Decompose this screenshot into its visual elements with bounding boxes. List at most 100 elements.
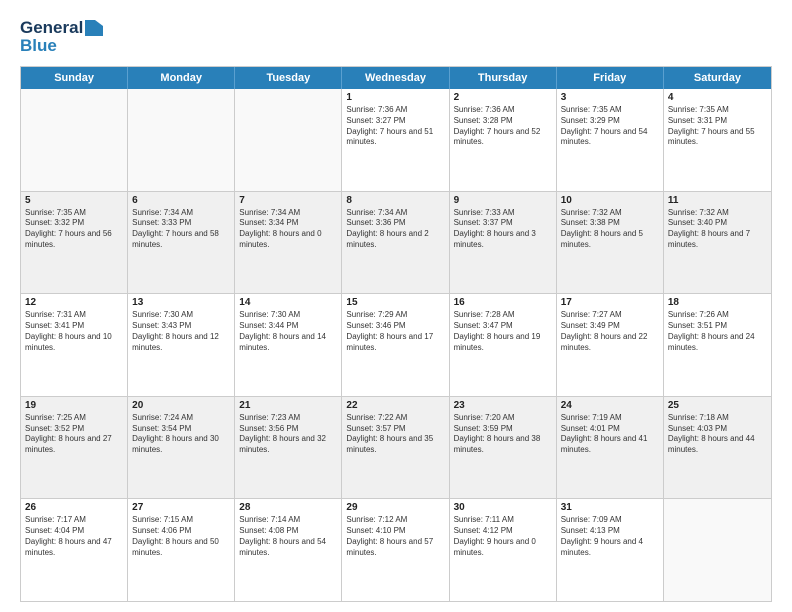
day-number: 2 <box>454 92 552 103</box>
day-number: 30 <box>454 502 552 513</box>
day-number: 28 <box>239 502 337 513</box>
calendar-cell: 1Sunrise: 7:36 AM Sunset: 3:27 PM Daylig… <box>342 89 449 191</box>
cell-info: Sunrise: 7:27 AM Sunset: 3:49 PM Dayligh… <box>561 310 659 353</box>
calendar-cell: 24 Sunrise: 7:19 AM Sunset: 4:01 PM Dayli… <box>557 397 664 499</box>
day-number: 21 <box>239 400 337 411</box>
day-number: 4 <box>668 92 767 103</box>
cell-info: Sunrise: 7:34 AM Sunset: 3:34 PM Dayligh… <box>239 208 337 251</box>
calendar-cell: 14Sunrise: 7:30 AM Sunset: 3:44 PM Dayli… <box>235 294 342 396</box>
logo-blue: Blue <box>20 36 57 56</box>
day-number: 10 <box>561 195 659 206</box>
calendar-cell: 19Sunrise: 7:25 AM Sunset: 3:52 PM Dayli… <box>21 397 128 499</box>
day-number: 16 <box>454 297 552 308</box>
day-number: 12 <box>25 297 123 308</box>
cell-info: Sunrise: 7:34 AM Sunset: 3:36 PM Dayligh… <box>346 208 444 251</box>
day-number: 31 <box>561 502 659 513</box>
calendar-cell: 21 Sunrise: 7:23 AM Sunset: 3:56 PM Dayli… <box>235 397 342 499</box>
cell-info: Sunrise: 7:12 AM Sunset: 4:10 PM Dayligh… <box>346 515 444 558</box>
calendar-cell: 10 Sunrise: 7:32 AM Sunset: 3:38 PM Dayli… <box>557 192 664 294</box>
day-number: 20 <box>132 400 230 411</box>
calendar-cell: 15 Sunrise: 7:29 AM Sunset: 3:46 PM Dayli… <box>342 294 449 396</box>
day-number: 11 <box>668 195 767 206</box>
calendar-cell: 28 Sunrise: 7:14 AM Sunset: 4:08 PM Dayli… <box>235 499 342 601</box>
day-number: 13 <box>132 297 230 308</box>
day-number: 24 <box>561 400 659 411</box>
calendar-row: 1Sunrise: 7:36 AM Sunset: 3:27 PM Daylig… <box>21 89 771 192</box>
cell-info: Sunrise: 7:35 AM Sunset: 3:32 PM Dayligh… <box>25 208 123 251</box>
calendar-row: 19Sunrise: 7:25 AM Sunset: 3:52 PM Dayli… <box>21 397 771 500</box>
logo: General Blue <box>20 18 103 56</box>
cell-info: Sunrise: 7:28 AM Sunset: 3:47 PM Dayligh… <box>454 310 552 353</box>
weekday-header: Friday <box>557 67 664 89</box>
calendar-row: 12 Sunrise: 7:31 AM Sunset: 3:41 PM Dayli… <box>21 294 771 397</box>
day-number: 9 <box>454 195 552 206</box>
calendar-cell: 17 Sunrise: 7:27 AM Sunset: 3:49 PM Dayli… <box>557 294 664 396</box>
calendar-cell: 13Sunrise: 7:30 AM Sunset: 3:43 PM Dayli… <box>128 294 235 396</box>
day-number: 26 <box>25 502 123 513</box>
day-number: 6 <box>132 195 230 206</box>
weekday-header: Thursday <box>450 67 557 89</box>
calendar-row: 5 Sunrise: 7:35 AM Sunset: 3:32 PM Daylig… <box>21 192 771 295</box>
calendar-cell: 20 Sunrise: 7:24 AM Sunset: 3:54 PM Dayli… <box>128 397 235 499</box>
weekday-header: Sunday <box>21 67 128 89</box>
day-number: 15 <box>346 297 444 308</box>
calendar-header: SundayMondayTuesdayWednesdayThursdayFrid… <box>21 67 771 89</box>
cell-info: Sunrise: 7:31 AM Sunset: 3:41 PM Dayligh… <box>25 310 123 353</box>
calendar-cell: 27 Sunrise: 7:15 AM Sunset: 4:06 PM Dayli… <box>128 499 235 601</box>
calendar-cell: 5 Sunrise: 7:35 AM Sunset: 3:32 PM Daylig… <box>21 192 128 294</box>
day-number: 17 <box>561 297 659 308</box>
calendar-cell: 12 Sunrise: 7:31 AM Sunset: 3:41 PM Dayli… <box>21 294 128 396</box>
calendar-cell: 31 Sunrise: 7:09 AM Sunset: 4:13 PM Dayli… <box>557 499 664 601</box>
calendar-cell <box>21 89 128 191</box>
calendar-cell: 23Sunrise: 7:20 AM Sunset: 3:59 PM Dayli… <box>450 397 557 499</box>
cell-info: Sunrise: 7:22 AM Sunset: 3:57 PM Dayligh… <box>346 413 444 456</box>
cell-info: Sunrise: 7:19 AM Sunset: 4:01 PM Dayligh… <box>561 413 659 456</box>
calendar-cell: 26 Sunrise: 7:17 AM Sunset: 4:04 PM Dayli… <box>21 499 128 601</box>
calendar-cell: 2 Sunrise: 7:36 AM Sunset: 3:28 PM Daylig… <box>450 89 557 191</box>
day-number: 22 <box>346 400 444 411</box>
day-number: 27 <box>132 502 230 513</box>
calendar-cell: 9Sunrise: 7:33 AM Sunset: 3:37 PM Daylig… <box>450 192 557 294</box>
calendar-cell: 8 Sunrise: 7:34 AM Sunset: 3:36 PM Daylig… <box>342 192 449 294</box>
calendar-cell: 30 Sunrise: 7:11 AM Sunset: 4:12 PM Dayli… <box>450 499 557 601</box>
cell-info: Sunrise: 7:32 AM Sunset: 3:38 PM Dayligh… <box>561 208 659 251</box>
cell-info: Sunrise: 7:17 AM Sunset: 4:04 PM Dayligh… <box>25 515 123 558</box>
calendar-row: 26 Sunrise: 7:17 AM Sunset: 4:04 PM Dayli… <box>21 499 771 601</box>
cell-info: Sunrise: 7:23 AM Sunset: 3:56 PM Dayligh… <box>239 413 337 456</box>
calendar-cell: 16 Sunrise: 7:28 AM Sunset: 3:47 PM Dayli… <box>450 294 557 396</box>
cell-info: Sunrise: 7:36 AM Sunset: 3:27 PM Dayligh… <box>346 105 444 148</box>
day-number: 25 <box>668 400 767 411</box>
weekday-header: Wednesday <box>342 67 449 89</box>
cell-info: Sunrise: 7:36 AM Sunset: 3:28 PM Dayligh… <box>454 105 552 148</box>
calendar-cell <box>128 89 235 191</box>
cell-info: Sunrise: 7:29 AM Sunset: 3:46 PM Dayligh… <box>346 310 444 353</box>
cell-info: Sunrise: 7:25 AM Sunset: 3:52 PM Dayligh… <box>25 413 123 456</box>
cell-info: Sunrise: 7:14 AM Sunset: 4:08 PM Dayligh… <box>239 515 337 558</box>
calendar-cell: 22 Sunrise: 7:22 AM Sunset: 3:57 PM Dayli… <box>342 397 449 499</box>
logo-icon <box>85 18 103 36</box>
cell-info: Sunrise: 7:15 AM Sunset: 4:06 PM Dayligh… <box>132 515 230 558</box>
cell-info: Sunrise: 7:32 AM Sunset: 3:40 PM Dayligh… <box>668 208 767 251</box>
cell-info: Sunrise: 7:18 AM Sunset: 4:03 PM Dayligh… <box>668 413 767 456</box>
day-number: 23 <box>454 400 552 411</box>
cell-info: Sunrise: 7:30 AM Sunset: 3:44 PM Dayligh… <box>239 310 337 353</box>
day-number: 5 <box>25 195 123 206</box>
weekday-header: Tuesday <box>235 67 342 89</box>
day-number: 18 <box>668 297 767 308</box>
day-number: 3 <box>561 92 659 103</box>
cell-info: Sunrise: 7:24 AM Sunset: 3:54 PM Dayligh… <box>132 413 230 456</box>
day-number: 8 <box>346 195 444 206</box>
calendar-body: 1Sunrise: 7:36 AM Sunset: 3:27 PM Daylig… <box>21 89 771 601</box>
cell-info: Sunrise: 7:11 AM Sunset: 4:12 PM Dayligh… <box>454 515 552 558</box>
header: General Blue <box>20 18 772 56</box>
cell-info: Sunrise: 7:09 AM Sunset: 4:13 PM Dayligh… <box>561 515 659 558</box>
calendar-cell <box>664 499 771 601</box>
calendar: SundayMondayTuesdayWednesdayThursdayFrid… <box>20 66 772 602</box>
calendar-cell: 3 Sunrise: 7:35 AM Sunset: 3:29 PM Daylig… <box>557 89 664 191</box>
cell-info: Sunrise: 7:35 AM Sunset: 3:29 PM Dayligh… <box>561 105 659 148</box>
day-number: 29 <box>346 502 444 513</box>
calendar-cell <box>235 89 342 191</box>
cell-info: Sunrise: 7:26 AM Sunset: 3:51 PM Dayligh… <box>668 310 767 353</box>
calendar-cell: 4Sunrise: 7:35 AM Sunset: 3:31 PM Daylig… <box>664 89 771 191</box>
page: General Blue SundayMondayTuesdayWednesda… <box>0 0 792 612</box>
